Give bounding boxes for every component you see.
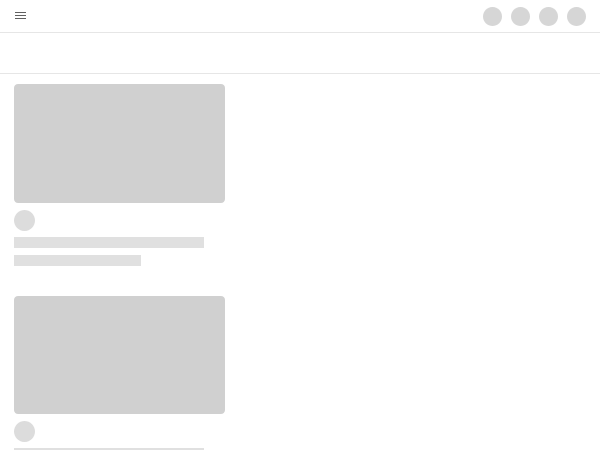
thumbnail-placeholder[interactable] [14, 296, 225, 414]
hamburger-menu-icon[interactable] [15, 11, 27, 21]
header-avatar-placeholder[interactable] [567, 7, 586, 26]
app-window [0, 0, 600, 450]
top-bar [0, 0, 600, 33]
title-line-placeholder [14, 237, 204, 248]
channel-avatar-placeholder [14, 421, 35, 442]
header-action-placeholder-1[interactable] [483, 7, 502, 26]
filter-chip-bar [0, 33, 600, 74]
menu-line [15, 18, 26, 19]
header-action-placeholder-3[interactable] [539, 7, 558, 26]
thumbnail-placeholder[interactable] [14, 84, 225, 203]
subtitle-line-placeholder [14, 255, 141, 266]
menu-line [15, 12, 26, 13]
header-action-placeholder-2[interactable] [511, 7, 530, 26]
channel-avatar-placeholder [14, 210, 35, 231]
menu-line [15, 15, 26, 16]
